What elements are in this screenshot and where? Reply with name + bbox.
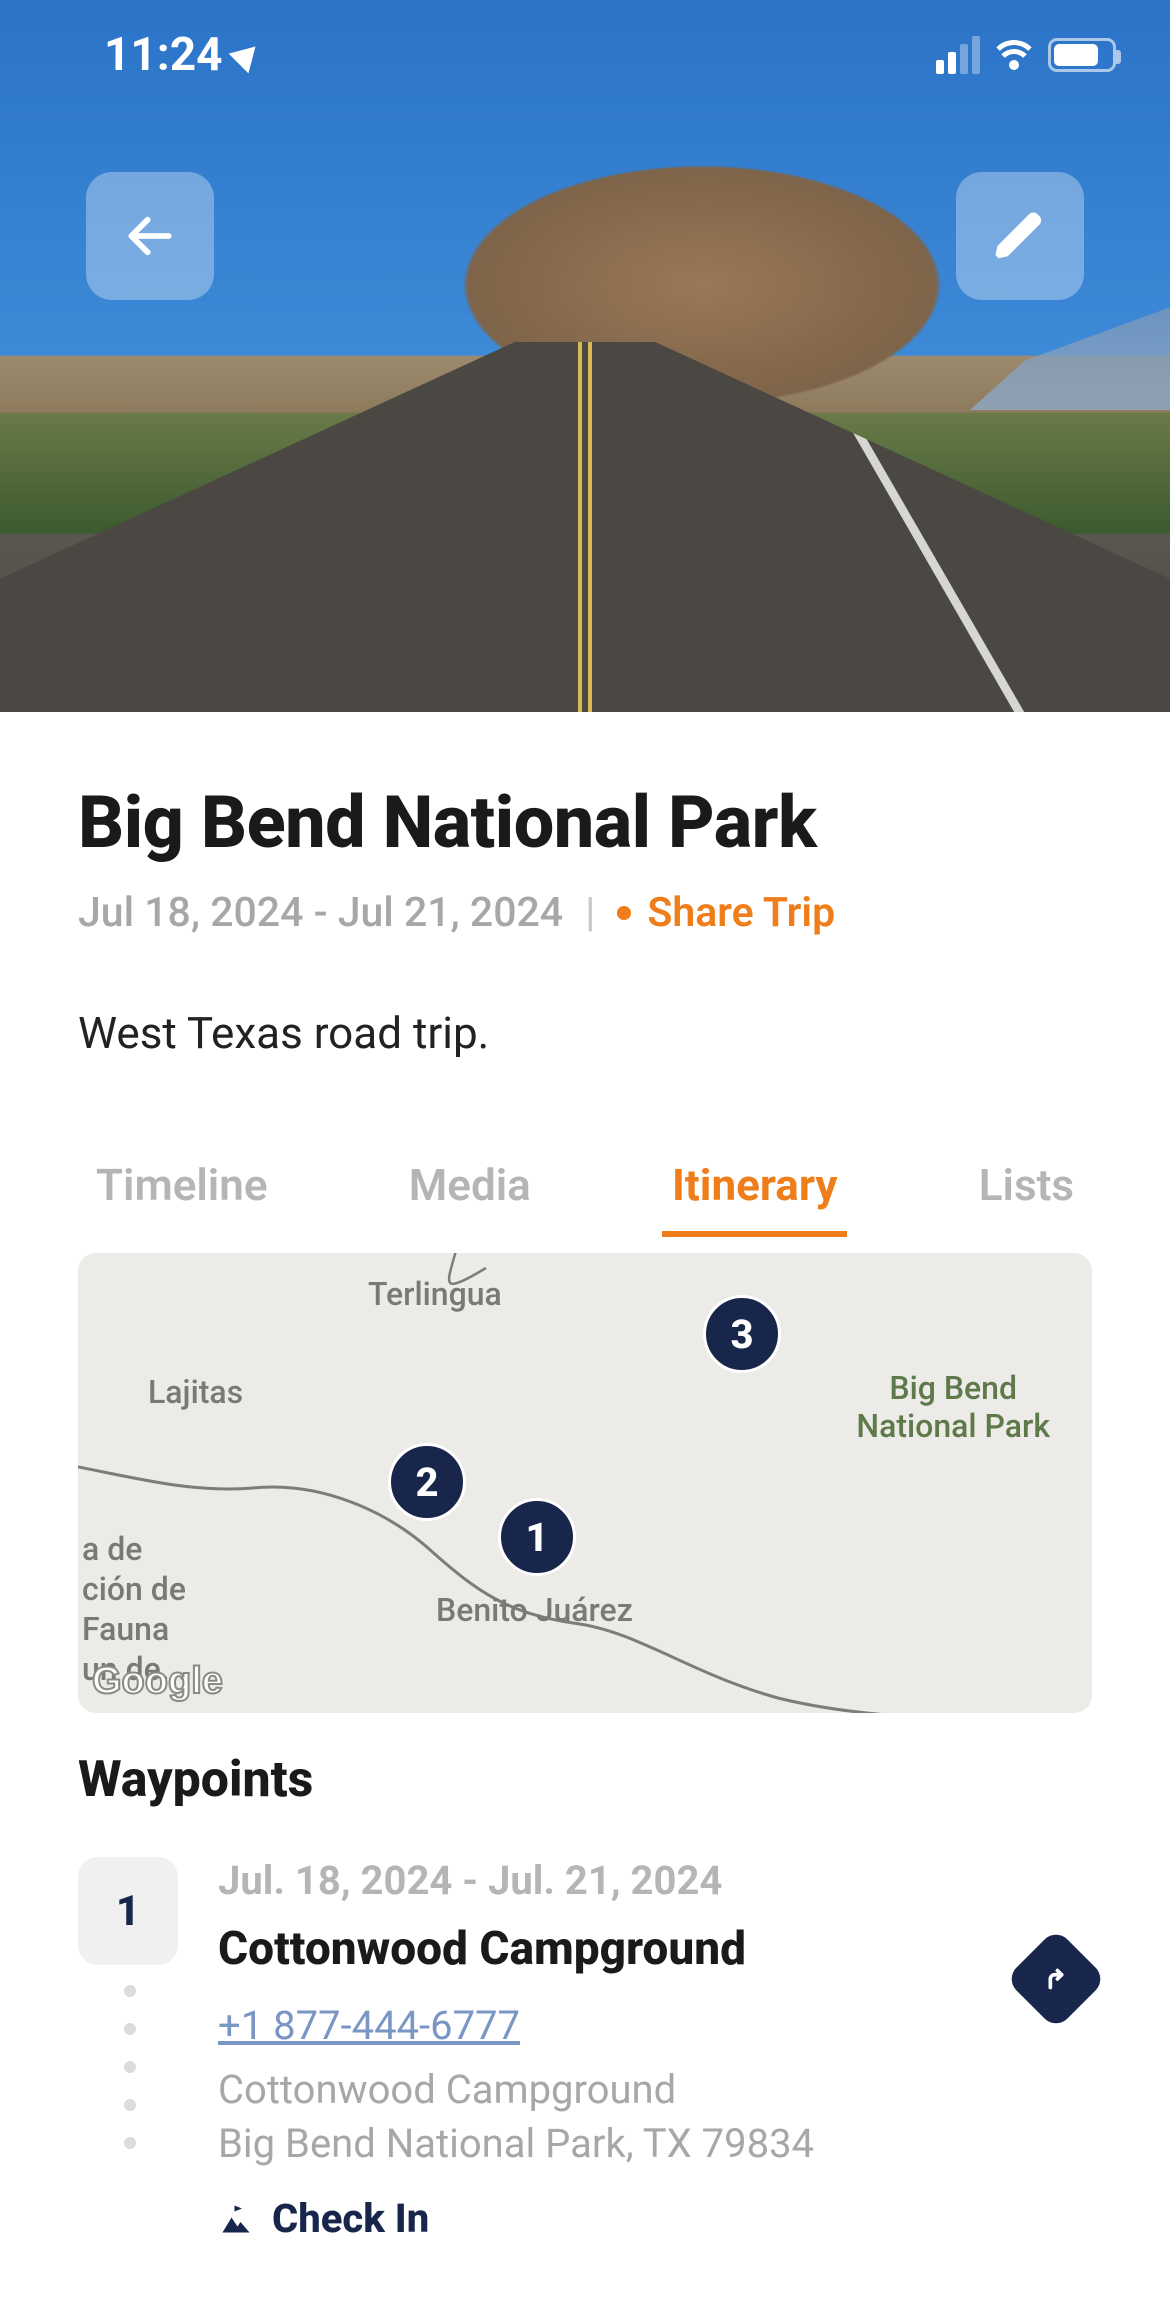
map-pin-3[interactable]: 3 bbox=[703, 1295, 781, 1373]
map-pin-1[interactable]: 1 bbox=[498, 1498, 576, 1576]
map-border-line bbox=[78, 1253, 1092, 1713]
tab-timeline[interactable]: Timeline bbox=[96, 1159, 268, 1235]
check-in-button[interactable]: Check In bbox=[218, 2195, 1092, 2242]
share-status-dot bbox=[617, 906, 631, 920]
edit-button[interactable] bbox=[956, 172, 1084, 300]
map-label-lajitas: Lajitas bbox=[148, 1373, 243, 1411]
divider: | bbox=[585, 889, 595, 937]
tab-itinerary[interactable]: Itinerary bbox=[672, 1159, 837, 1235]
waypoint-address: Cottonwood Campground Big Bend National … bbox=[218, 2063, 1092, 2171]
arrow-left-icon bbox=[122, 208, 178, 264]
trip-date-range: Jul 18, 2024 - Jul 21, 2024 bbox=[78, 889, 563, 937]
waypoint-connector-dots bbox=[124, 1985, 132, 2302]
trip-content: Big Bend National Park Jul 18, 2024 - Ju… bbox=[0, 712, 1170, 2320]
flag-mountain-icon bbox=[218, 2201, 254, 2237]
waypoints-heading: Waypoints bbox=[78, 1751, 1092, 1809]
waypoint-phone-link[interactable]: +1 877-444-6777 bbox=[218, 2002, 520, 2049]
turn-right-icon bbox=[1039, 1962, 1073, 1996]
map-label-terlingua: Terlingua bbox=[368, 1275, 502, 1313]
battery-icon bbox=[1048, 38, 1116, 72]
cell-signal-icon bbox=[936, 36, 980, 74]
pencil-icon bbox=[992, 208, 1048, 264]
itinerary-map[interactable]: Terlingua Lajitas Big Bend National Park… bbox=[78, 1253, 1092, 1713]
trip-hero-image: 11:24 bbox=[0, 0, 1170, 712]
waypoint-index-badge: 1 bbox=[78, 1857, 178, 1965]
waypoint-name: Cottonwood Campground bbox=[218, 1922, 1092, 1976]
trip-title: Big Bend National Park bbox=[78, 780, 1092, 865]
waypoint-item[interactable]: 1 Jul. 18, 2024 - Jul. 21, 2024 Cottonwo… bbox=[78, 1857, 1092, 2242]
back-button[interactable] bbox=[86, 172, 214, 300]
trip-description: West Texas road trip. bbox=[78, 1007, 1092, 1059]
status-time: 11:24 bbox=[104, 28, 223, 82]
map-label-benito: Benito Juárez bbox=[436, 1591, 633, 1629]
google-attribution: Google bbox=[92, 1660, 223, 1703]
map-label-bbnp: Big Bend National Park bbox=[856, 1369, 1050, 1445]
location-services-icon bbox=[228, 37, 265, 74]
map-pin-2[interactable]: 2 bbox=[388, 1443, 466, 1521]
status-bar: 11:24 bbox=[0, 0, 1170, 110]
waypoint-dates: Jul. 18, 2024 - Jul. 21, 2024 bbox=[218, 1857, 1092, 1904]
trip-tabs: Timeline Media Itinerary Lists bbox=[78, 1159, 1092, 1235]
share-trip-link[interactable]: Share Trip bbox=[647, 889, 835, 937]
tab-media[interactable]: Media bbox=[409, 1159, 531, 1235]
wifi-icon bbox=[994, 40, 1034, 70]
tab-lists[interactable]: Lists bbox=[979, 1159, 1074, 1235]
